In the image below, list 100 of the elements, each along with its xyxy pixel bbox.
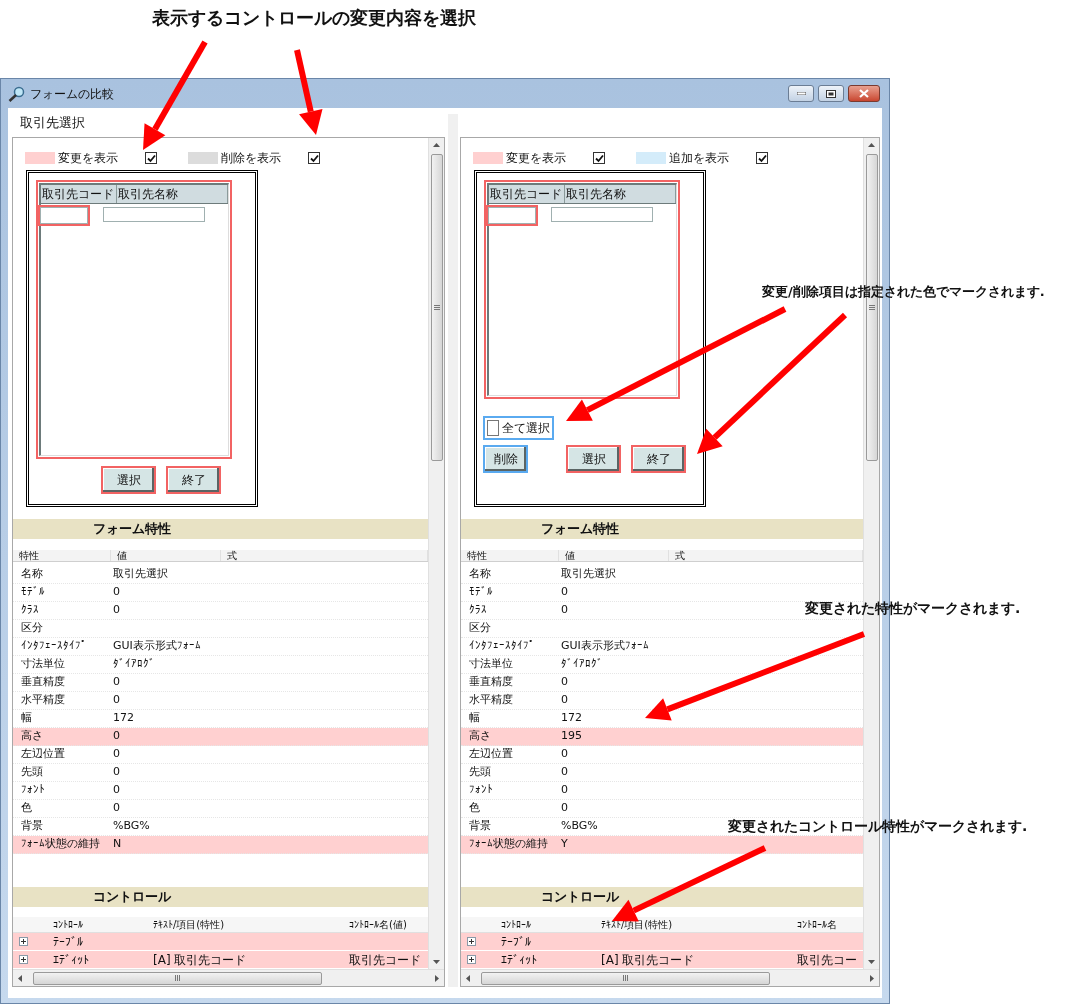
scroll-left-icon[interactable] [466,974,470,982]
scroll-down-icon[interactable] [433,960,440,964]
property-name: ｸﾗｽ [468,602,488,619]
control-row[interactable]: ｴﾃﾞｨｯﾄ [A] 取引先コード 取引先コー [461,951,863,969]
select-all-checkbox[interactable]: 全て選択 [483,416,554,440]
preview-button[interactable]: 選択 [101,466,156,494]
property-value: 0 [561,800,568,817]
control-type: ﾃｰﾌﾞﾙ [501,934,531,949]
preview-button[interactable]: 終了 [166,466,221,494]
expand-icon[interactable] [19,937,28,946]
scroll-right-icon[interactable] [435,974,439,982]
property-name: 背景 [20,818,44,835]
property-name: 左辺位置 [468,746,514,763]
property-name: ﾓﾃﾞﾙ [20,584,46,601]
property-value: 取引先選択 [561,566,616,583]
property-value: 0 [561,584,568,601]
expand-icon[interactable] [467,937,476,946]
scroll-left-icon[interactable] [18,974,22,982]
property-name: 区分 [20,620,44,637]
preview-button[interactable]: 削除 [483,445,528,473]
control-row[interactable]: ﾃｰﾌﾞﾙ [13,933,428,951]
maximize-icon [826,89,836,98]
control-name: 取引先コード [349,952,421,967]
property-name: ﾌｫﾝﾄ [20,782,46,799]
scroll-up-icon[interactable] [433,143,440,147]
control-name: 取引先コー [797,952,857,967]
property-value: 取引先選択 [113,566,168,583]
property-value: %BG% [113,818,150,835]
close-button[interactable] [848,85,880,102]
control-type: ｴﾃﾞｨｯﾄ [501,952,537,967]
scroll-up-icon[interactable] [868,143,875,147]
property-name: ｲﾝﾀﾌｪｰｽﾀｲﾌﾟ [20,638,88,655]
control-type: ｴﾃﾞｨｯﾄ [53,952,89,967]
column-header: ｺﾝﾄﾛｰﾙ [53,919,83,930]
expand-icon[interactable] [467,955,476,964]
property-value: 0 [113,674,120,691]
grid-field[interactable] [486,205,538,226]
property-name: 左辺位置 [20,746,66,763]
preview-button[interactable]: 選択 [566,445,621,473]
minimize-icon [796,92,806,95]
expand-icon[interactable] [19,955,28,964]
callout-text: 表示するコントロールの変更内容を選択 [152,6,476,30]
property-value: 172 [113,710,134,727]
property-name: 幅 [20,710,33,727]
section-header: コントロール [13,887,428,907]
property-value: 0 [561,746,568,763]
property-value: 0 [561,602,568,619]
property-name: ﾌｫﾝﾄ [468,782,494,799]
column-header: ｺﾝﾄﾛｰﾙ名(値) [349,919,407,930]
grid-header: 取引先名称 [565,185,676,203]
scrollbar-thumb[interactable] [481,971,770,985]
minimize-button[interactable] [788,85,814,102]
maximize-button[interactable] [818,85,844,102]
scrollbar-thumb[interactable] [430,154,443,461]
property-name: 区分 [468,620,492,637]
section-header: コントロール [461,887,863,907]
property-name: 水平精度 [468,692,514,709]
property-value: 0 [113,782,120,799]
property-value: GUI表示形式ﾌｫｰﾑ [113,638,201,655]
property-value: GUI表示形式ﾌｫｰﾑ [561,638,649,655]
vertical-scrollbar[interactable] [428,138,444,969]
checkbox[interactable] [593,152,605,164]
property-value: 0 [113,728,120,745]
control-row[interactable]: ﾃｰﾌﾞﾙ [461,933,863,951]
column-header: ﾃｷｽﾄ/項目(特性) [153,919,225,930]
checkbox[interactable] [756,152,768,164]
property-name: ﾌｫｰﾑ状態の維持 [468,836,549,853]
grid-header: 取引先名称 [117,185,228,203]
grid-field[interactable] [38,205,90,226]
property-name: 先頭 [20,764,44,781]
property-value: 0 [561,782,568,799]
property-name: 寸法単位 [20,656,66,673]
grid-field[interactable] [549,205,655,224]
scroll-right-icon[interactable] [870,974,874,982]
magnifier-icon [8,85,25,102]
grid-field[interactable] [101,205,207,224]
legend-label: 変更を表示 [506,150,567,167]
property-name: ｲﾝﾀﾌｪｰｽﾀｲﾌﾟ [468,638,536,655]
legend-label: 追加を表示 [669,150,730,167]
property-value: 0 [113,800,120,817]
property-value: 0 [113,764,120,781]
scrollbar-thumb[interactable] [33,971,322,985]
property-name: 垂直精度 [20,674,66,691]
property-value: 0 [113,692,120,709]
property-name: 水平精度 [20,692,66,709]
scroll-down-icon[interactable] [868,960,875,964]
control-row[interactable]: ｴﾃﾞｨｯﾄ [A] 取引先コード 取引先コード [13,951,428,969]
property-value: 0 [113,602,120,619]
checkbox[interactable] [308,152,320,164]
preview-button[interactable]: 終了 [631,445,686,473]
horizontal-scrollbar[interactable] [461,969,879,986]
property-value: ﾀﾞｲｱﾛｸﾞ [561,656,603,673]
horizontal-scrollbar[interactable] [13,969,444,986]
grid-header: 取引先コード [41,185,117,203]
property-name: 先頭 [468,764,492,781]
property-value: 0 [113,746,120,763]
section-header: フォーム特性 [461,519,863,539]
property-name: 寸法単位 [468,656,514,673]
checkbox[interactable] [145,152,157,164]
property-name: 色 [20,800,33,817]
